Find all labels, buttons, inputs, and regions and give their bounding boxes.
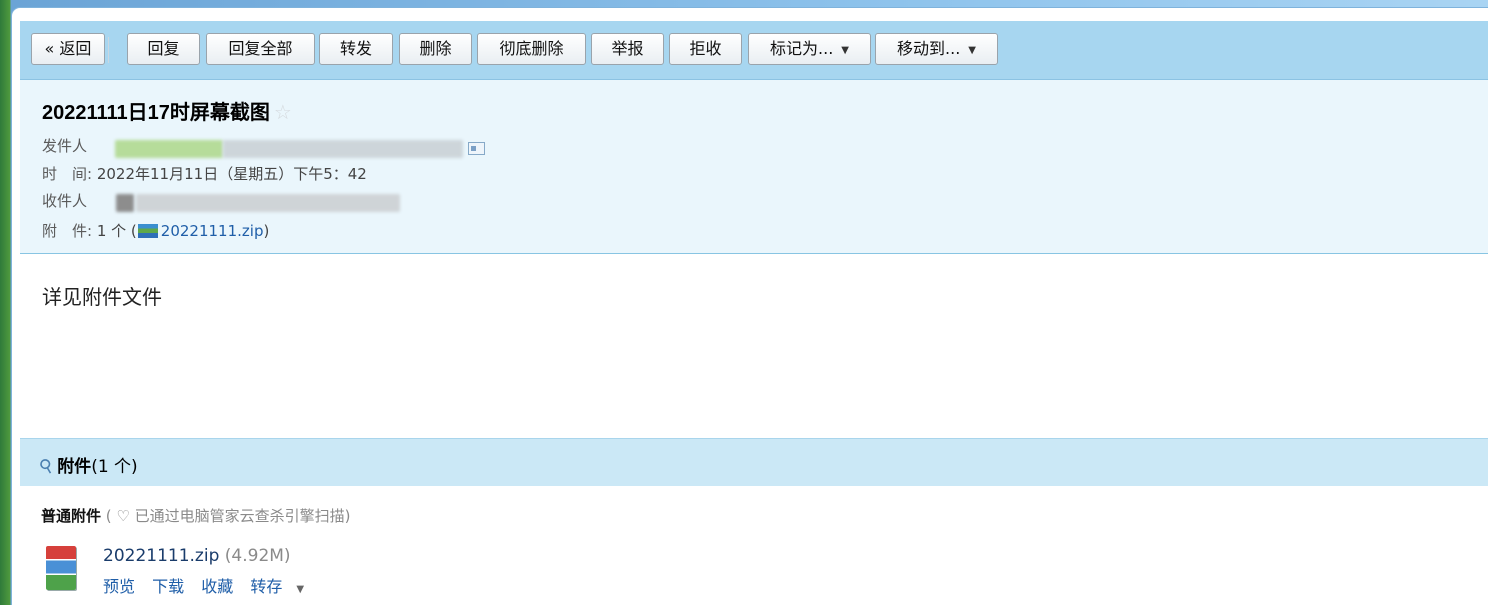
forward-button[interactable]: 转发 bbox=[319, 33, 393, 65]
reject-button[interactable]: 拒收 bbox=[669, 33, 742, 65]
attachments-title: ⚲附件(1 个) bbox=[36, 452, 138, 479]
scan-note: ( ♡ 已通过电脑管家云查杀引擎扫描) bbox=[105, 507, 351, 525]
delete-button[interactable]: 删除 bbox=[399, 33, 472, 65]
mark-as-label: 标记为... bbox=[770, 39, 834, 58]
favorite-link[interactable]: 收藏 bbox=[201, 577, 233, 596]
download-link[interactable]: 下载 bbox=[152, 577, 184, 596]
toolbar: « 返回 回复 回复全部 转发 删除 彻底删除 举报 拒收 标记为... ▼ 移动… bbox=[20, 21, 1488, 80]
toolbar-divider bbox=[108, 37, 109, 63]
attachment-actions: 预览 下载 收藏 转存 ▼ bbox=[103, 573, 328, 597]
email-body: 详见附件文件 bbox=[42, 285, 162, 309]
redacted-recipient-avatar bbox=[116, 194, 134, 212]
star-icon[interactable]: ☆ bbox=[274, 102, 292, 124]
attachment-row: 附 件: 1 个 ( 20221111.zip) bbox=[42, 220, 269, 241]
move-to-dropdown[interactable]: 移动到... ▼ bbox=[875, 33, 998, 65]
redacted-recipient-address bbox=[136, 194, 400, 212]
reply-button[interactable]: 回复 bbox=[127, 33, 200, 65]
chevron-down-icon: ▼ bbox=[296, 584, 305, 595]
attachment-type-row: 普通附件 ( ♡ 已通过电脑管家云查杀引擎扫描) bbox=[41, 505, 351, 526]
chevron-down-icon: ▼ bbox=[968, 45, 976, 56]
email-subject: 20221111日17时屏幕截图 ☆ bbox=[42, 96, 292, 125]
zip-archive-icon[interactable] bbox=[46, 546, 76, 590]
time-label: 时 间: bbox=[42, 165, 93, 183]
recipient-label: 收件人 bbox=[42, 192, 88, 210]
back-button[interactable]: « 返回 bbox=[31, 33, 105, 65]
contact-card-icon[interactable] bbox=[468, 142, 485, 155]
reply-all-button[interactable]: 回复全部 bbox=[206, 33, 315, 65]
subject-text: 20221111日17时屏幕截图 bbox=[42, 102, 270, 124]
paperclip-icon: ⚲ bbox=[35, 454, 58, 479]
sender-label: 发件人 bbox=[42, 137, 88, 155]
preview-link[interactable]: 预览 bbox=[103, 577, 135, 596]
save-to-label: 转存 bbox=[250, 577, 283, 596]
attachment-link[interactable]: 20221111.zip bbox=[161, 222, 264, 240]
redacted-sender-name bbox=[115, 140, 223, 158]
report-button[interactable]: 举报 bbox=[591, 33, 664, 65]
attachment-size: (4.92M) bbox=[224, 546, 291, 566]
recipient-row: 收件人 bbox=[42, 190, 87, 211]
attachment-type-label: 普通附件 bbox=[41, 507, 102, 525]
email-header: 20221111日17时屏幕截图 ☆ 发件人 时 间: 2022年11月11日（星… bbox=[20, 80, 1488, 254]
mail-window: « 返回 回复 回复全部 转发 删除 彻底删除 举报 拒收 标记为... ▼ 移动… bbox=[12, 8, 1488, 605]
delete-permanently-button[interactable]: 彻底删除 bbox=[477, 33, 586, 65]
redacted-sender-address bbox=[223, 140, 463, 158]
sender-row: 发件人 bbox=[42, 135, 87, 156]
time-row: 时 间: 2022年11月11日（星期五）下午5：42 bbox=[42, 163, 367, 184]
attachments-label: 附件 bbox=[57, 457, 92, 477]
save-to-dropdown[interactable]: 转存 ▼ bbox=[250, 577, 316, 596]
attachment-label: 附 件: bbox=[42, 222, 93, 240]
attachment-filename[interactable]: 20221111.zip bbox=[103, 546, 219, 566]
chevron-down-icon: ▼ bbox=[841, 45, 849, 56]
move-to-label: 移动到... bbox=[897, 39, 961, 58]
mark-as-dropdown[interactable]: 标记为... ▼ bbox=[748, 33, 871, 65]
zip-file-icon bbox=[137, 224, 158, 238]
attachment-file: 20221111.zip (4.92M) bbox=[103, 546, 291, 566]
attachments-count: (1 个) bbox=[91, 457, 138, 477]
attachments-section-header: ⚲附件(1 个) bbox=[20, 438, 1488, 486]
attachment-count: 1 个 ( bbox=[96, 222, 137, 240]
time-value: 2022年11月11日（星期五）下午5：42 bbox=[96, 165, 367, 183]
attachment-close: ) bbox=[263, 222, 270, 240]
